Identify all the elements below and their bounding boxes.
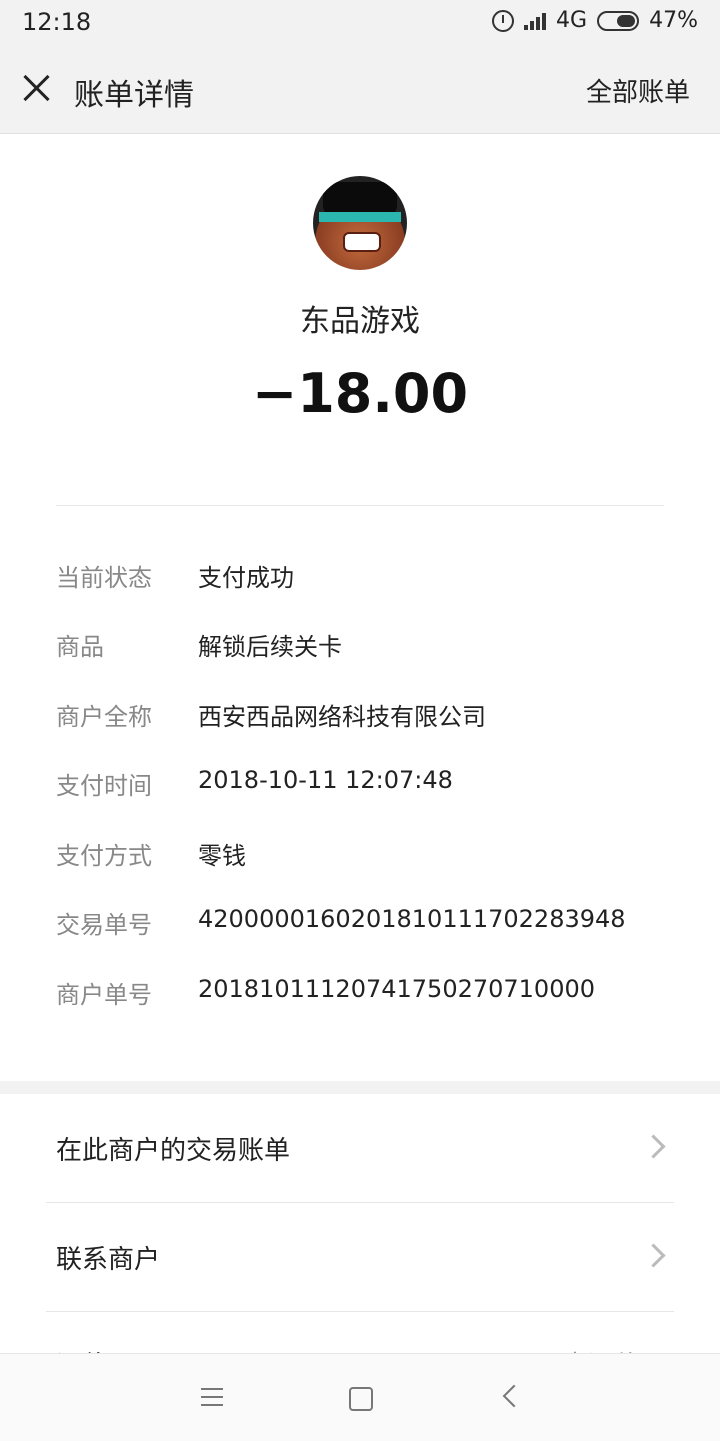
detail-label: 商户全称	[56, 703, 152, 731]
status-bar: 12:18 4G 47%	[0, 0, 720, 44]
signal-icon	[524, 12, 547, 30]
status-icons: 4G 47%	[492, 8, 698, 33]
detail-value: 4200000160201810111702283948	[198, 905, 626, 933]
back-icon[interactable]	[502, 1384, 526, 1408]
merchant-name: 东品游戏	[300, 304, 420, 339]
action-label: 联系商户	[56, 1245, 161, 1275]
detail-label: 交易单号	[56, 911, 152, 939]
detail-row-merchant-fullname: 商户全称 西安西品网络科技有限公司	[56, 697, 696, 737]
page-title: 账单详情	[74, 78, 194, 113]
detail-value: 20181011120741750270710000	[198, 975, 596, 1003]
alarm-icon	[492, 9, 515, 32]
detail-value: 西安西品网络科技有限公司	[198, 703, 486, 731]
detail-value: 支付成功	[198, 564, 294, 592]
detail-row-product: 商品 解锁后续关卡	[56, 627, 696, 667]
battery-icon	[597, 10, 640, 31]
header: 账单详情 全部账单	[0, 44, 720, 134]
detail-label: 支付时间	[56, 772, 152, 800]
home-icon[interactable]	[349, 1387, 373, 1411]
detail-row-pay-time: 支付时间 2018-10-11 12:07:48	[56, 766, 696, 806]
detail-row-transaction-id: 交易单号 4200000160201810111702283948	[56, 905, 696, 945]
detail-label: 支付方式	[56, 842, 152, 870]
chevron-right-icon	[641, 1243, 666, 1268]
system-navbar	[0, 1353, 720, 1441]
detail-label: 商品	[56, 633, 104, 661]
merchant-avatar	[313, 176, 407, 270]
menu-icon[interactable]	[201, 1388, 223, 1406]
payment-amount: −18.00	[251, 362, 469, 425]
all-bills-button[interactable]: 全部账单	[586, 72, 690, 109]
contact-merchant-row[interactable]: 联系商户	[0, 1203, 720, 1311]
detail-value: 零钱	[198, 842, 246, 870]
detail-row-merchant-order-id: 商户单号 20181011120741750270710000	[56, 975, 696, 1015]
battery-percent: 47%	[649, 8, 698, 33]
detail-label: 当前状态	[56, 564, 152, 592]
detail-label: 商户单号	[56, 981, 152, 1009]
close-icon[interactable]	[22, 74, 50, 102]
network-type: 4G	[556, 8, 588, 33]
row-divider	[46, 1311, 674, 1312]
merchant-bills-row[interactable]: 在此商户的交易账单	[0, 1094, 720, 1202]
section-gap	[0, 1081, 720, 1094]
detail-row-pay-method: 支付方式 零钱	[56, 836, 696, 876]
detail-value: 解锁后续关卡	[198, 633, 342, 661]
detail-value: 2018-10-11 12:07:48	[198, 766, 453, 794]
divider	[56, 505, 664, 506]
detail-row-status: 当前状态 支付成功	[56, 558, 696, 598]
status-time: 12:18	[22, 8, 92, 36]
action-label: 在此商户的交易账单	[56, 1136, 291, 1166]
chevron-right-icon	[641, 1134, 666, 1159]
